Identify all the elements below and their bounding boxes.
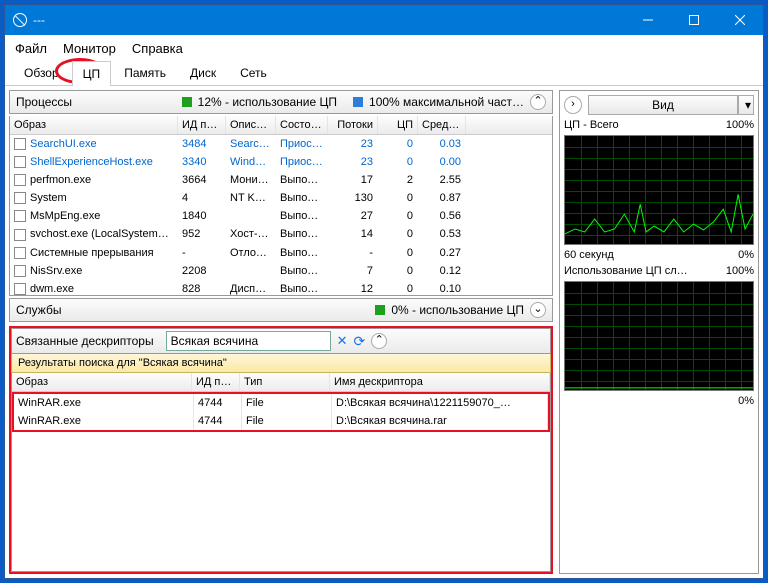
- col-cpu[interactable]: ЦП: [378, 116, 418, 134]
- app-window: --- Файл Монитор Справка Обзор ЦП Память…: [4, 4, 764, 579]
- cpu-service-chart: [564, 281, 754, 391]
- refresh-icon[interactable]: ⟳: [354, 333, 366, 350]
- cpu-total-chart: [564, 135, 754, 245]
- search-results-label: Результаты поиска для "Всякая всячина": [11, 354, 551, 373]
- menubar: Файл Монитор Справка: [5, 35, 763, 60]
- col-type[interactable]: Тип: [240, 373, 330, 391]
- tabbar: Обзор ЦП Память Диск Сеть: [5, 60, 763, 86]
- services-usage-icon: [375, 305, 385, 315]
- process-row[interactable]: dwm.exe828Диспе…Выпол…1200.10: [10, 280, 552, 296]
- col-pid[interactable]: ИД п…: [192, 373, 240, 391]
- menu-help[interactable]: Справка: [132, 41, 183, 56]
- processes-title: Процессы: [16, 95, 72, 109]
- chart2-br: 0%: [738, 395, 754, 407]
- cpu-max-icon: [353, 97, 363, 107]
- tab-cpu[interactable]: ЦП: [72, 61, 112, 86]
- col-threads[interactable]: Потоки: [328, 116, 378, 134]
- menu-file[interactable]: Файл: [15, 41, 47, 56]
- descriptors-title: Связанные дескрипторы: [16, 334, 154, 348]
- collapse-icon[interactable]: ⌄: [530, 302, 546, 318]
- chart2-title: Использование ЦП сл…: [564, 265, 688, 277]
- descriptor-row[interactable]: WinRAR.exe4744FileD:\Всякая всячина.rar: [14, 412, 548, 430]
- descriptors-section: Связанные дескрипторы ✕ ⟳ ⌃ Результаты п…: [9, 326, 553, 574]
- tab-disk[interactable]: Диск: [179, 60, 227, 85]
- descriptors-grid: Образ ИД п… Тип Имя дескриптора WinRAR.e…: [11, 373, 551, 572]
- tab-memory[interactable]: Память: [113, 60, 177, 85]
- close-button[interactable]: [717, 5, 763, 35]
- chart1-title: ЦП - Всего: [564, 119, 619, 131]
- services-header[interactable]: Службы 0% - использование ЦП ⌄: [9, 298, 553, 322]
- descriptors-header: Связанные дескрипторы ✕ ⟳ ⌃: [11, 328, 551, 354]
- descriptor-row[interactable]: WinRAR.exe4744FileD:\Всякая всячина\1221…: [14, 394, 548, 412]
- chart1-br: 0%: [738, 249, 754, 261]
- process-row[interactable]: ShellExperienceHost.exe3340Windo…Приос…2…: [10, 153, 552, 171]
- process-row[interactable]: svchost.exe (LocalSystemNet…952Хост-п…Вы…: [10, 225, 552, 243]
- titlebar: ---: [5, 5, 763, 35]
- view-button[interactable]: Вид: [588, 95, 738, 115]
- window-title: ---: [33, 13, 45, 27]
- process-row[interactable]: System4NT Ker…Выпол…13000.87: [10, 189, 552, 207]
- tab-overview[interactable]: Обзор: [13, 60, 70, 85]
- services-title: Службы: [16, 303, 61, 317]
- right-panel: › Вид ▾ ЦП - Всего 100% 60 секунд 0% Исп…: [559, 90, 759, 574]
- processes-columns: Образ ИД п… Описа… Состоя… Потоки ЦП Сре…: [10, 116, 552, 135]
- maximize-button[interactable]: [671, 5, 717, 35]
- col-image[interactable]: Образ: [10, 116, 178, 134]
- tab-network[interactable]: Сеть: [229, 60, 278, 85]
- cpu-usage-label: 12% - использование ЦП: [198, 95, 337, 109]
- view-dropdown-icon[interactable]: ▾: [738, 95, 754, 115]
- processes-header[interactable]: Процессы 12% - использование ЦП 100% мак…: [9, 90, 553, 114]
- chart1-bl: 60 секунд: [564, 249, 614, 261]
- menu-monitor[interactable]: Монитор: [63, 41, 116, 56]
- col-avg[interactable]: Средн…: [418, 116, 466, 134]
- services-usage-label: 0% - использование ЦП: [391, 303, 524, 317]
- process-row[interactable]: perfmon.exe3664Монит…Выпол…1722.55: [10, 171, 552, 189]
- col-image[interactable]: Образ: [12, 373, 192, 391]
- col-status[interactable]: Состоя…: [276, 116, 328, 134]
- process-row[interactable]: MsMpEng.exe1840Выпол…2700.56: [10, 207, 552, 225]
- process-row[interactable]: Системные прерывания-Отлож…Выпол…-00.27: [10, 244, 552, 262]
- app-icon: [13, 13, 27, 27]
- annotation-box: WinRAR.exe4744FileD:\Всякая всячина\1221…: [12, 392, 550, 432]
- cpu-usage-icon: [182, 97, 192, 107]
- clear-search-icon[interactable]: ✕: [337, 333, 348, 349]
- expand-right-icon[interactable]: ›: [564, 96, 582, 114]
- chart1-max: 100%: [726, 119, 754, 131]
- collapse-icon[interactable]: ⌃: [530, 94, 546, 110]
- col-pid[interactable]: ИД п…: [178, 116, 226, 134]
- process-row[interactable]: SearchUI.exe3484Search …Приос…2300.03: [10, 135, 552, 153]
- collapse-icon[interactable]: ⌃: [371, 333, 387, 349]
- processes-grid: Образ ИД п… Описа… Состоя… Потоки ЦП Сре…: [9, 116, 553, 296]
- col-descname[interactable]: Имя дескриптора: [330, 373, 550, 391]
- col-desc[interactable]: Описа…: [226, 116, 276, 134]
- minimize-button[interactable]: [625, 5, 671, 35]
- process-row[interactable]: NisSrv.exe2208Выпол…700.12: [10, 262, 552, 280]
- descriptor-search-input[interactable]: [166, 331, 331, 351]
- cpu-max-label: 100% максимальной част…: [369, 95, 524, 109]
- chart2-max: 100%: [726, 265, 754, 277]
